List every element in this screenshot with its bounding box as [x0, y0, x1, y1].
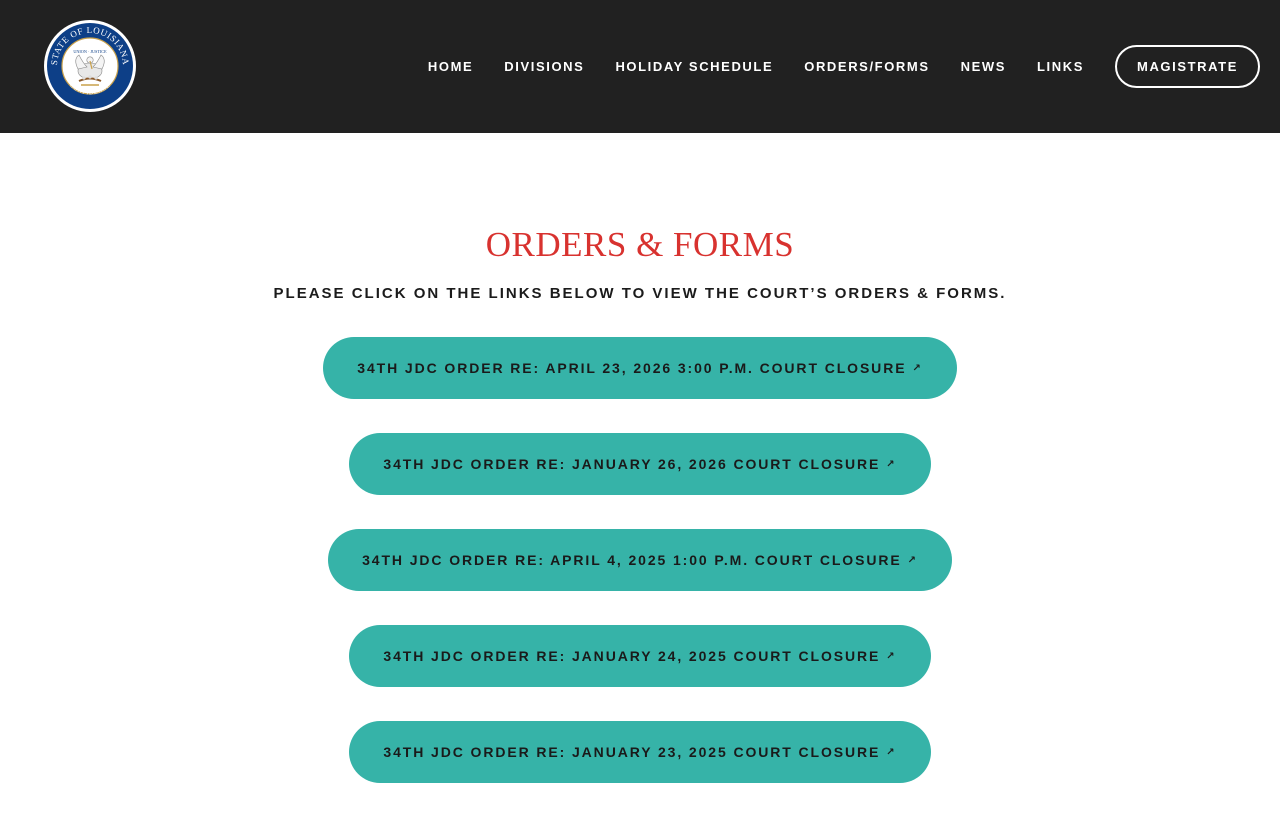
- main-content: ORDERS & FORMS PLEASE CLICK ON THE LINKS…: [0, 133, 1280, 800]
- external-link-icon: ↗: [886, 746, 897, 758]
- order-button-label: 34TH JDC ORDER RE: JANUARY 26, 2026 COUR…: [383, 456, 881, 472]
- nav-holiday-schedule[interactable]: HOLIDAY SCHEDULE: [615, 59, 773, 74]
- page-subtitle: PLEASE CLICK ON THE LINKS BELOW TO VIEW …: [273, 285, 1007, 302]
- external-link-icon: ↗: [886, 458, 897, 470]
- order-button-apr-4-2025[interactable]: 34TH JDC ORDER RE: APRIL 4, 2025 1:00 P.…: [328, 529, 952, 591]
- nav-orders-forms[interactable]: ORDERS/FORMS: [804, 59, 929, 74]
- page-title: ORDERS & FORMS: [485, 225, 795, 264]
- external-link-icon: ↗: [912, 362, 923, 374]
- order-button-label: 34TH JDC ORDER RE: JANUARY 24, 2025 COUR…: [383, 648, 881, 664]
- nav-home[interactable]: HOME: [428, 59, 473, 74]
- order-button-apr-23-2026[interactable]: 34TH JDC ORDER RE: APRIL 23, 2026 3:00 P…: [323, 337, 957, 399]
- nav-news[interactable]: NEWS: [961, 59, 1006, 74]
- seal-icon: STATE OF LOUISIANA CONFIDENCE UNION · JU…: [44, 20, 136, 112]
- order-button-jan-24-2025[interactable]: 34TH JDC ORDER RE: JANUARY 24, 2025 COUR…: [349, 625, 931, 687]
- main-nav: HOME DIVISIONS HOLIDAY SCHEDULE ORDERS/F…: [428, 45, 1260, 88]
- nav-divisions[interactable]: DIVISIONS: [504, 59, 584, 74]
- order-button-jan-26-2026[interactable]: 34TH JDC ORDER RE: JANUARY 26, 2026 COUR…: [349, 433, 931, 495]
- orders-list: 34TH JDC ORDER RE: APRIL 23, 2026 3:00 P…: [0, 337, 1280, 817]
- order-button-label: 34TH JDC ORDER RE: APRIL 23, 2026 3:00 P…: [357, 360, 907, 376]
- external-link-icon: ↗: [886, 650, 897, 662]
- order-button-label: 34TH JDC ORDER RE: APRIL 4, 2025 1:00 P.…: [362, 552, 902, 568]
- magistrate-button[interactable]: MAGISTRATE: [1115, 45, 1260, 88]
- louisiana-seal-logo[interactable]: STATE OF LOUISIANA CONFIDENCE UNION · JU…: [43, 19, 137, 113]
- order-button-label: 34TH JDC ORDER RE: JANUARY 23, 2025 COUR…: [383, 744, 881, 760]
- external-link-icon: ↗: [907, 554, 918, 566]
- nav-links[interactable]: LINKS: [1037, 59, 1084, 74]
- order-button-jan-23-2025[interactable]: 34TH JDC ORDER RE: JANUARY 23, 2025 COUR…: [349, 721, 931, 783]
- svg-text:UNION · JUSTICE: UNION · JUSTICE: [73, 49, 107, 54]
- site-header: STATE OF LOUISIANA CONFIDENCE UNION · JU…: [0, 0, 1280, 133]
